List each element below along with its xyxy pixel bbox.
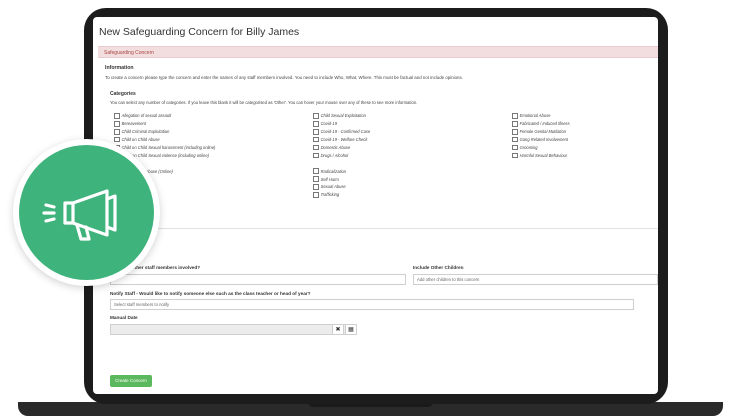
category-checkbox[interactable]: Drugs / Alcohol bbox=[313, 151, 370, 159]
category-checkbox[interactable]: Covid-19 - Confirmed Case bbox=[313, 128, 370, 136]
category-checkbox[interactable]: Sexual Abuse bbox=[313, 183, 370, 191]
category-checkbox[interactable]: Grooming bbox=[512, 144, 570, 152]
category-checkbox[interactable]: Bereavement bbox=[114, 120, 215, 128]
notify-label: Notify Staff - Would like to notify some… bbox=[110, 291, 311, 296]
children-input[interactable]: Add other children to this concern bbox=[413, 274, 658, 285]
alert-banner: Safeguarding Concern bbox=[98, 46, 658, 58]
information-intro: To create a concern please type the conc… bbox=[105, 75, 463, 80]
notify-input[interactable]: Select staff members to notify bbox=[110, 299, 634, 310]
category-checkbox[interactable]: Harmful Sexual Behaviour bbox=[512, 151, 570, 159]
category-checkbox[interactable]: Female Genital Mutilation bbox=[512, 128, 570, 136]
information-heading: Information bbox=[105, 65, 134, 71]
category-checkbox[interactable]: Self Harm bbox=[313, 175, 370, 183]
megaphone-icon bbox=[42, 189, 117, 241]
category-checkbox[interactable]: Fabricated / Induced Illness bbox=[512, 120, 570, 128]
category-checkbox[interactable]: Radicalization bbox=[313, 167, 370, 175]
create-concern-button[interactable]: Create Concern bbox=[110, 375, 152, 387]
calendar-icon[interactable]: ▦ bbox=[345, 324, 357, 335]
announcement-badge bbox=[13, 139, 160, 286]
category-checkbox[interactable]: Emotional Abuse bbox=[512, 112, 570, 120]
category-checkbox[interactable]: Allegation of sexual assault bbox=[114, 112, 215, 120]
laptop-base bbox=[18, 402, 723, 416]
category-checkbox[interactable]: Child Sexual Exploitation bbox=[313, 112, 370, 120]
category-checkbox[interactable]: Covid-19 bbox=[313, 120, 370, 128]
category-checkbox[interactable]: Trafficking bbox=[313, 191, 370, 199]
clear-icon[interactable]: ✖ bbox=[332, 324, 344, 335]
category-checkbox[interactable]: Gang Related Involvement bbox=[512, 136, 570, 144]
section-divider bbox=[98, 228, 658, 229]
manual-date-input[interactable] bbox=[110, 324, 347, 335]
children-label: Include Other Children bbox=[413, 265, 464, 270]
category-column-2: Child Sexual Exploitation Covid-19 Covid… bbox=[313, 112, 370, 199]
category-column-3: Emotional Abuse Fabricated / Induced Ill… bbox=[512, 112, 570, 159]
categories-help: You can select any number of categories.… bbox=[110, 100, 418, 105]
screen: New Safeguarding Concern for Billy James… bbox=[93, 17, 658, 394]
category-checkbox[interactable]: Covid-19 - Welfare Check bbox=[313, 136, 370, 144]
page-title: New Safeguarding Concern for Billy James bbox=[99, 26, 300, 38]
manual-date-label: Manual Date bbox=[110, 315, 138, 320]
category-checkbox[interactable]: Domestic Abuse bbox=[313, 144, 370, 152]
categories-heading: Categories bbox=[110, 91, 136, 97]
category-checkbox[interactable]: Child Criminal Exploitation bbox=[114, 128, 215, 136]
